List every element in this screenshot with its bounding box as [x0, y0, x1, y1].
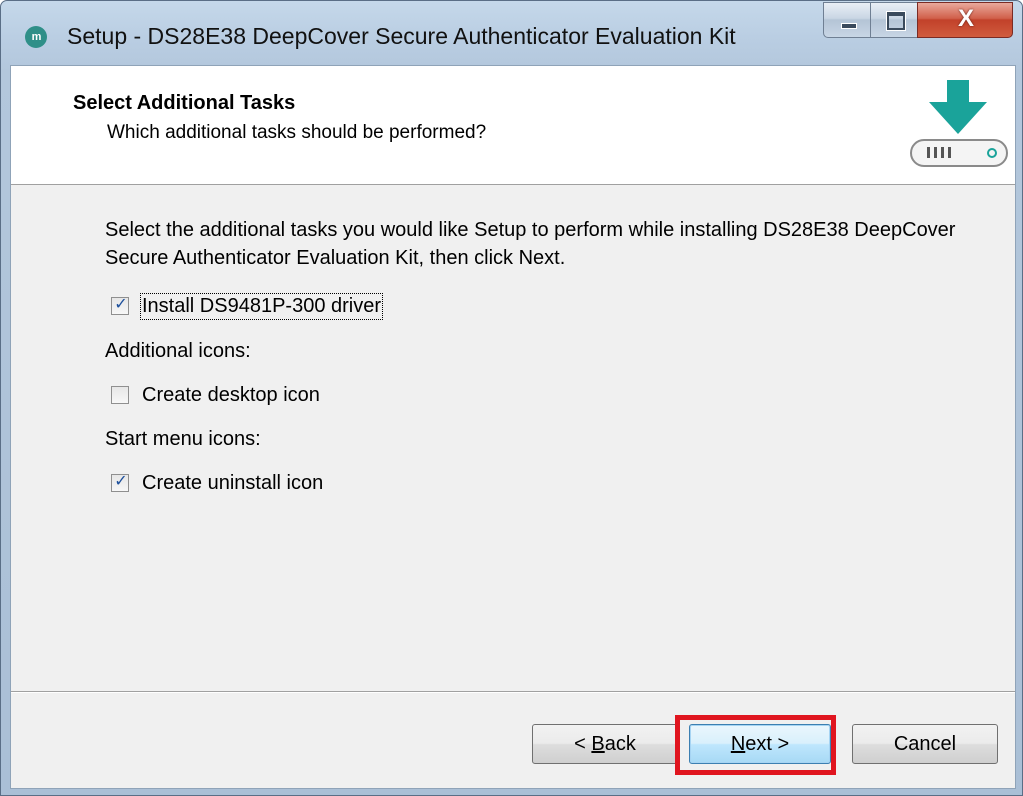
desktop-icon-checkbox[interactable] — [111, 386, 129, 404]
cancel-button[interactable]: Cancel — [852, 724, 998, 764]
footer-divider — [11, 691, 1015, 693]
uninstall-icon-label[interactable]: Create uninstall icon — [142, 472, 323, 495]
page-title: Select Additional Tasks — [73, 92, 296, 114]
install-driver-label[interactable]: Install DS9481P-300 driver — [139, 292, 384, 320]
install-download-icon — [910, 80, 1008, 167]
instructions-text: Select the additional tasks you would li… — [105, 219, 956, 269]
maxim-logo-icon: m — [25, 26, 47, 48]
setup-window: m Setup - DS28E38 DeepCover Secure Authe… — [0, 0, 1023, 796]
wizard-header: Select Additional Tasks Which additional… — [11, 66, 1015, 185]
install-driver-option[interactable]: ✓ Install DS9481P-300 driver — [111, 291, 384, 321]
install-driver-checkbox[interactable]: ✓ — [111, 296, 129, 315]
minimize-button[interactable] — [823, 2, 871, 38]
page-subtitle: Which additional tasks should be perform… — [107, 122, 487, 143]
title-bar[interactable]: m Setup - DS28E38 DeepCover Secure Authe… — [1, 1, 1022, 65]
additional-icons-label: Additional icons: — [105, 340, 251, 362]
window-title: Setup - DS28E38 DeepCover Secure Authent… — [67, 23, 736, 49]
checkmark-icon: ✓ — [114, 473, 128, 490]
desktop-icon-option[interactable]: Create desktop icon — [111, 380, 320, 410]
uninstall-icon-option[interactable]: ✓ Create uninstall icon — [111, 468, 323, 498]
desktop-icon-label[interactable]: Create desktop icon — [142, 384, 320, 407]
start-menu-icons-label: Start menu icons: — [105, 428, 261, 450]
close-icon: X — [957, 5, 974, 32]
next-button-highlight — [675, 715, 836, 775]
back-prefix: < — [574, 733, 592, 755]
close-button[interactable]: X — [917, 2, 1013, 38]
checkmark-icon: ✓ — [114, 296, 128, 313]
back-label-rest: ack — [604, 733, 636, 755]
back-accelerator: B — [591, 733, 605, 755]
maximize-button[interactable] — [870, 2, 918, 38]
wizard-client-area: Select Additional Tasks Which additional… — [10, 65, 1016, 789]
minimize-icon — [841, 23, 857, 29]
back-button[interactable]: < Back — [532, 724, 678, 764]
maximize-icon — [887, 12, 905, 30]
uninstall-icon-checkbox[interactable]: ✓ — [111, 473, 129, 492]
